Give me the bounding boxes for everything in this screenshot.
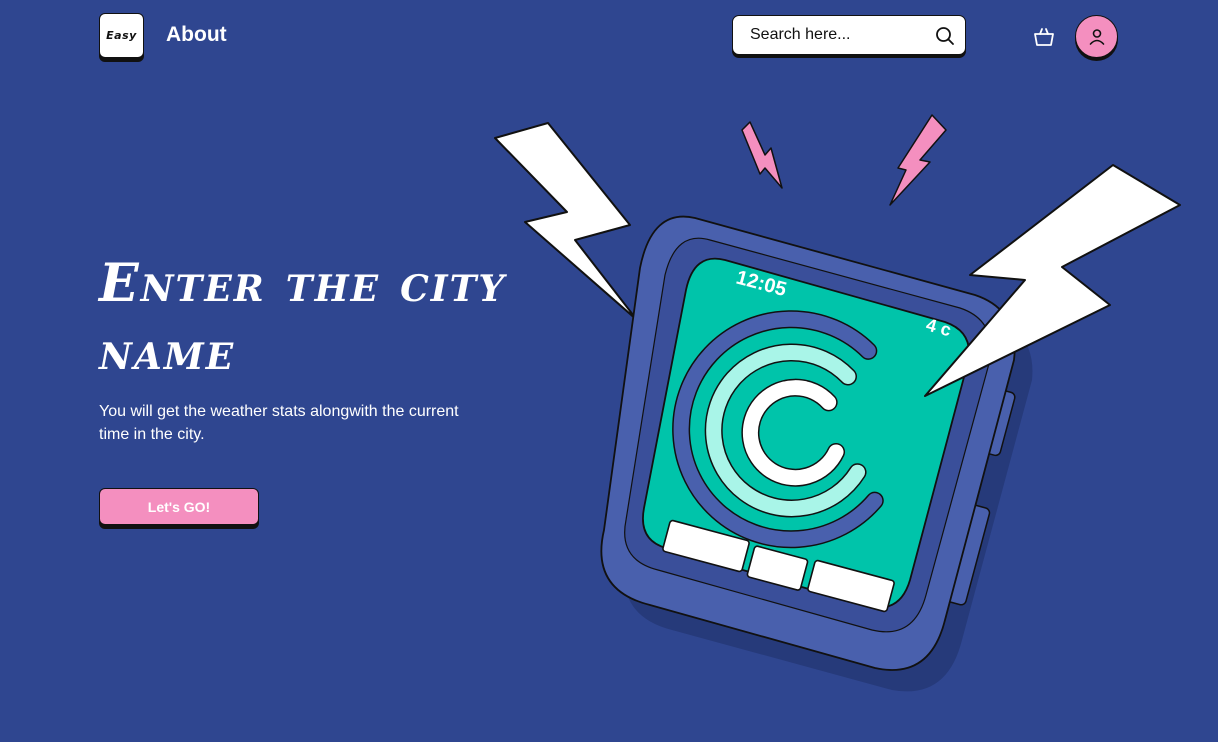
basket-icon[interactable] xyxy=(1033,26,1055,48)
logo-text: Easy xyxy=(106,29,137,42)
lightning-bolt-icon xyxy=(889,114,947,206)
hero-subtitle: You will get the weather stats alongwith… xyxy=(99,403,459,443)
hero-title-line-1: Enter the city xyxy=(99,253,507,314)
search-icon[interactable] xyxy=(935,26,955,46)
user-avatar[interactable] xyxy=(1075,15,1118,58)
lightning-bolt-icon xyxy=(924,164,1181,397)
nav-about-link[interactable]: About xyxy=(166,23,227,47)
lets-go-button[interactable]: Let's GO! xyxy=(99,488,259,525)
logo[interactable]: Easy xyxy=(99,13,144,58)
user-icon xyxy=(1089,28,1104,45)
search-input[interactable] xyxy=(748,25,932,45)
lightning-bolt-icon xyxy=(741,121,783,189)
hero-title-line-2: name xyxy=(99,321,236,382)
search-bar xyxy=(732,15,966,55)
lightning-bolt-icon xyxy=(494,122,638,321)
smartwatch-illustration: 12:05 4 c xyxy=(494,114,1181,692)
